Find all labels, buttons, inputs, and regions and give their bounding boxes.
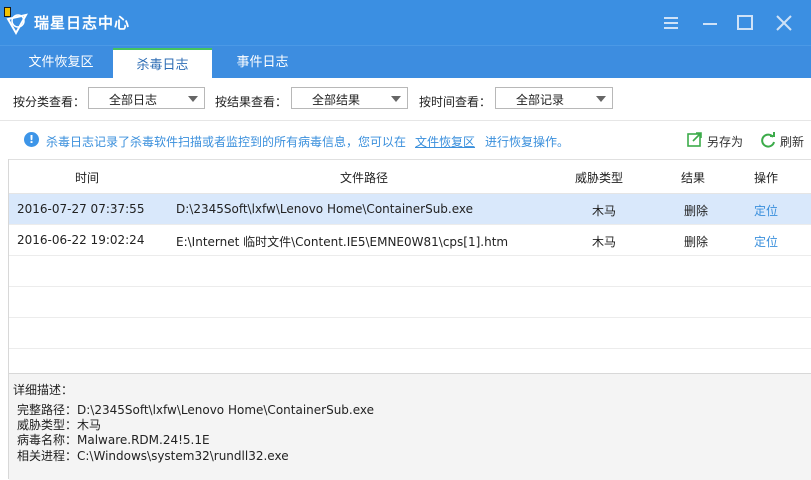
chevron-down-icon — [596, 96, 606, 102]
menu-button[interactable] — [658, 10, 684, 36]
row-result: 删除 — [684, 204, 709, 218]
time-filter-label: 按时间查看： — [419, 95, 492, 109]
row-time: 2016-06-22 19:02:24 — [17, 233, 145, 247]
locate-link[interactable]: 定位 — [754, 233, 778, 250]
detail-process: 相关进程：C:\Windows\system32\rundll32.exe — [17, 449, 289, 463]
result-filter-select[interactable]: 全部结果 — [291, 87, 408, 109]
filter-row: 按分类查看： 全部日志 按结果查看： 全部结果 按时间查看： 全部记录 — [0, 78, 811, 120]
save-as-button[interactable]: 另存为 — [686, 132, 746, 150]
empty-row — [9, 256, 811, 287]
detail-virus-name: 病毒名称：Malware.RDM.24!5.1E — [17, 433, 210, 447]
column-header-action[interactable]: 操作 — [754, 169, 778, 186]
info-text: 杀毒日志记录了杀毒软件扫描或者监控到的所有病毒信息，您可以在 — [46, 135, 407, 149]
save-as-label: 另存为 — [707, 135, 744, 149]
refresh-label: 刷新 — [780, 135, 805, 149]
row-path: E:\Internet 临时文件\Content.IE5\EMNE0W81\cp… — [176, 235, 509, 249]
chevron-down-icon — [188, 96, 198, 102]
locate-link[interactable]: 定位 — [754, 202, 778, 219]
log-center-window: 瑞星日志中心 文件恢复区 杀毒日志 事件日志 按分类查看： 全部日志 按结果查看… — [0, 0, 811, 480]
result-filter-label: 按结果查看： — [215, 95, 288, 109]
table-row[interactable]: 2016-06-22 19:02:24 E:\Internet 临时文件\Con… — [9, 225, 811, 256]
row-time: 2016-07-27 07:37:55 — [17, 202, 145, 216]
column-header-path[interactable]: 文件路径 — [340, 169, 388, 186]
maximize-button[interactable] — [732, 10, 758, 36]
tab-event-log[interactable]: 事件日志 — [212, 46, 313, 79]
log-table: 时间 文件路径 威胁类型 结果 操作 2016-07-27 07:37:55 D… — [9, 159, 811, 374]
table-row[interactable]: 2016-07-27 07:37:55 D:\2345Soft\lxfw\Len… — [9, 194, 811, 225]
time-filter-select[interactable]: 全部记录 — [495, 87, 613, 109]
time-filter-value: 全部记录 — [516, 93, 565, 107]
refresh-icon — [761, 132, 775, 148]
info-bar: ! 杀毒日志记录了杀毒软件扫描或者监控到的所有病毒信息，您可以在 文件恢复区 进… — [0, 120, 811, 159]
empty-row — [9, 287, 811, 318]
minimize-icon — [703, 23, 717, 25]
result-filter-value: 全部结果 — [312, 93, 361, 107]
tab-file-recovery[interactable]: 文件恢复区 — [9, 46, 113, 79]
close-button[interactable] — [771, 10, 797, 36]
column-header-time[interactable]: 时间 — [75, 169, 99, 186]
chevron-down-icon — [391, 96, 401, 102]
category-filter-label: 按分类查看： — [13, 95, 86, 109]
column-header-result[interactable]: 结果 — [681, 169, 705, 186]
refresh-button[interactable]: 刷新 — [759, 132, 807, 150]
detail-pane: 详细描述： 完整路径：D:\2345Soft\lxfw\Lenovo Home\… — [9, 373, 811, 480]
empty-row — [9, 318, 811, 349]
close-icon — [776, 15, 792, 31]
tab-antivirus-log[interactable]: 杀毒日志 — [113, 48, 212, 81]
category-filter-select[interactable]: 全部日志 — [88, 87, 205, 109]
info-icon: ! — [24, 132, 39, 147]
row-threat: 木马 — [592, 235, 617, 249]
column-header-threat[interactable]: 威胁类型 — [575, 169, 623, 186]
maximize-icon — [737, 15, 753, 30]
row-result: 删除 — [684, 235, 709, 249]
file-recovery-link[interactable]: 文件恢复区 — [415, 133, 475, 150]
table-header: 时间 文件路径 威胁类型 结果 操作 — [9, 160, 811, 194]
app-title: 瑞星日志中心 — [34, 14, 131, 32]
minimize-button[interactable] — [697, 10, 723, 36]
menu-icon — [664, 17, 678, 29]
info-text-suffix: 进行恢复操作。 — [485, 135, 570, 149]
row-path: D:\2345Soft\lxfw\Lenovo Home\ContainerSu… — [176, 202, 474, 216]
title-bar: 瑞星日志中心 — [0, 0, 811, 45]
category-filter-value: 全部日志 — [109, 93, 158, 107]
app-logo-icon — [4, 7, 28, 36]
detail-heading: 详细描述： — [13, 383, 74, 397]
row-threat: 木马 — [592, 204, 617, 218]
export-icon — [687, 132, 702, 147]
tab-bar: 文件恢复区 杀毒日志 事件日志 — [0, 45, 811, 81]
